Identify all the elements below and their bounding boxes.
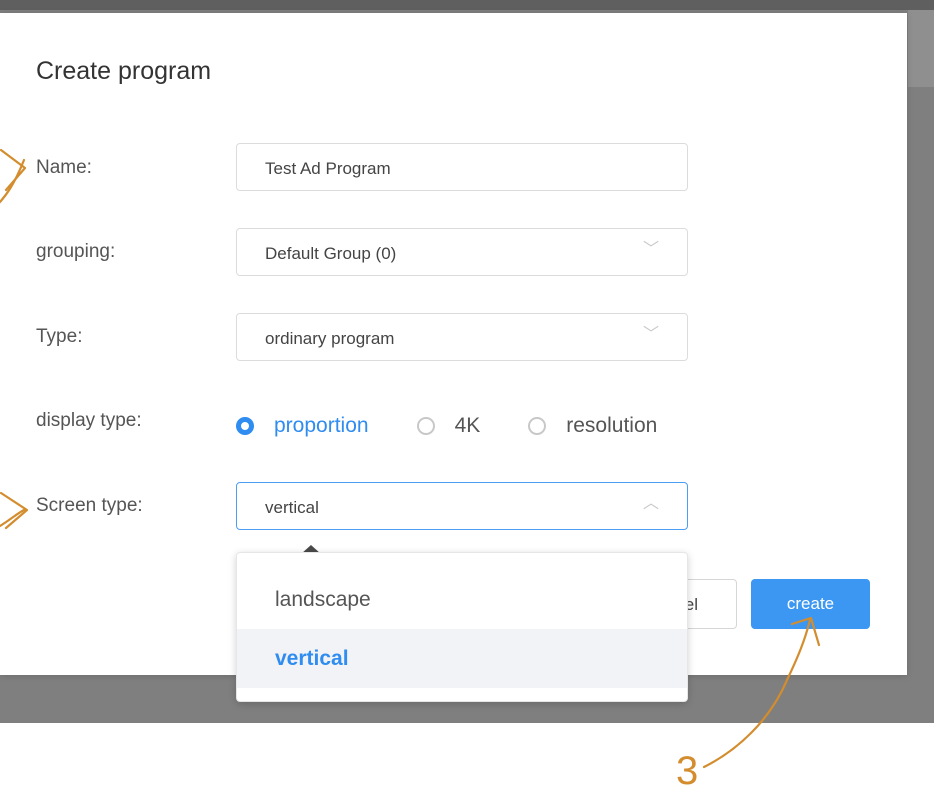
display-type-4k-label: 4K [454, 414, 481, 437]
grouping-select-value: Default Group (0) [265, 244, 397, 263]
create-button[interactable]: create [751, 579, 870, 629]
display-type-proportion-option[interactable]: proportion [236, 414, 369, 438]
grouping-select[interactable]: Default Group (0) ﹀ [236, 228, 688, 276]
radio-unchecked-icon[interactable] [416, 417, 435, 435]
radio-unchecked-icon[interactable] [528, 417, 547, 435]
chevron-up-icon: ︿ [642, 493, 659, 512]
display-type-resolution-label: resolution [566, 414, 658, 437]
radio-checked-icon[interactable] [236, 417, 254, 435]
name-input-value: Test Ad Program [265, 159, 391, 178]
name-input[interactable]: Test Ad Program [236, 143, 688, 191]
screenshot-stage: Create program Name: Test Ad Program gro… [0, 0, 934, 795]
display-type-resolution-option[interactable]: resolution [528, 414, 657, 438]
screen-type-label: Screen type: [36, 495, 143, 516]
annotation-step-number: 3 [676, 749, 699, 793]
name-label: Name: [36, 157, 92, 178]
screen-type-option-landscape[interactable]: landscape [237, 570, 687, 629]
chevron-down-icon: ﹀ [642, 239, 659, 258]
backdrop-top-strip [0, 0, 934, 10]
grouping-label: grouping: [36, 241, 116, 262]
type-label: Type: [36, 326, 83, 347]
display-type-radio-group: proportion 4K resolution [236, 409, 705, 443]
display-type-label: display type: [36, 410, 142, 431]
screen-type-select-value: vertical [265, 498, 319, 517]
chevron-down-icon: ﹀ [642, 324, 659, 343]
screen-type-dropdown: landscape vertical [236, 552, 688, 702]
display-type-proportion-label: proportion [274, 414, 369, 437]
backdrop-side-panel [908, 10, 934, 87]
screen-type-select[interactable]: vertical ︿ [236, 482, 688, 530]
type-select-value: ordinary program [265, 329, 395, 348]
screen-type-option-vertical[interactable]: vertical [237, 629, 687, 688]
display-type-4k-option[interactable]: 4K [416, 414, 481, 438]
dialog-title: Create program [36, 57, 212, 85]
type-select[interactable]: ordinary program ﹀ [236, 313, 688, 361]
